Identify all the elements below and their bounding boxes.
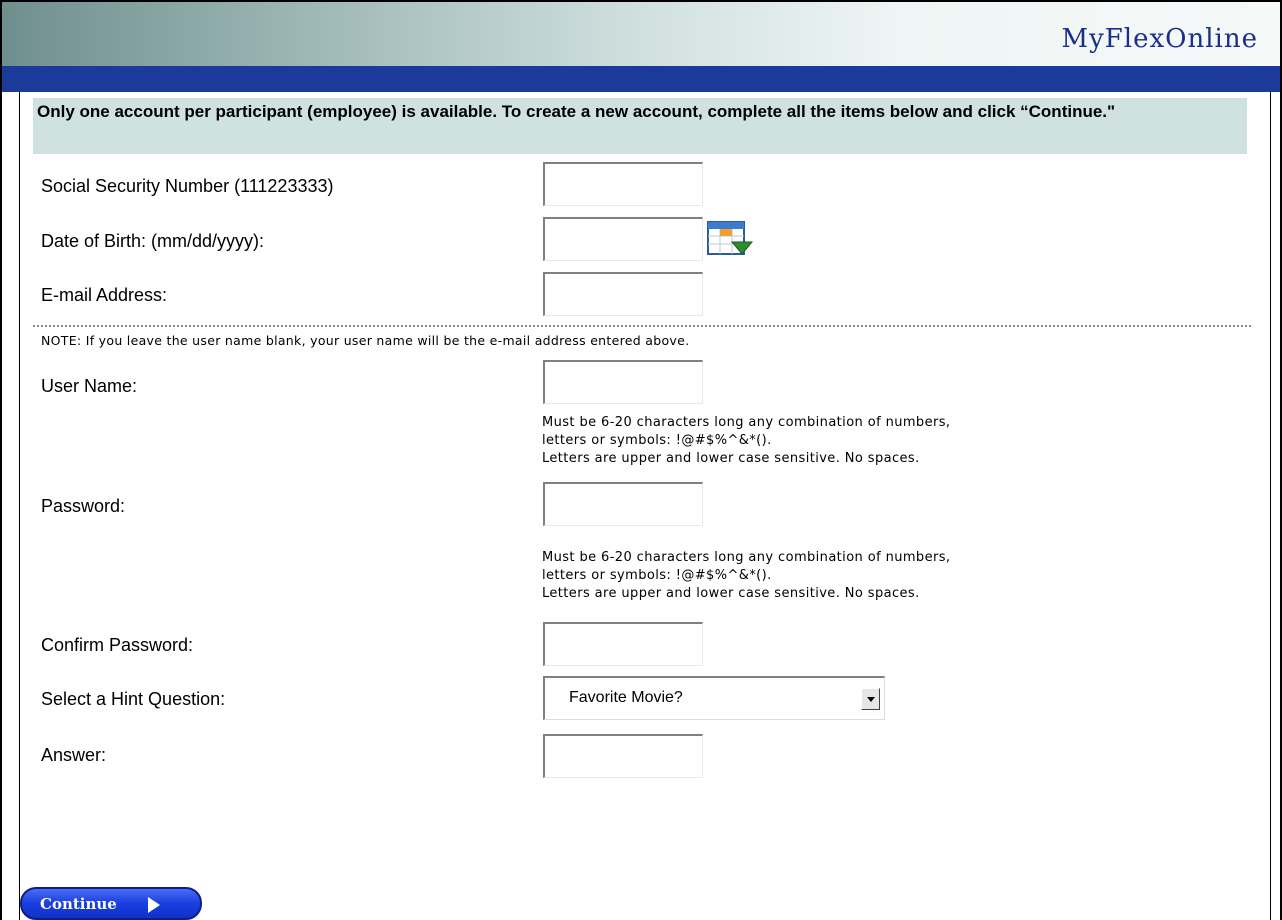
registration-form: Only one account per participant (employ… xyxy=(19,92,1271,920)
username-rule-line: Letters are upper and lower case sensiti… xyxy=(542,451,920,466)
ssn-label: Social Security Number (111223333) xyxy=(41,176,334,196)
play-arrow-icon xyxy=(148,897,160,913)
username-rules: Must be 6-20 characters long any combina… xyxy=(542,414,950,468)
confirm-password-input[interactable] xyxy=(543,622,703,666)
confirm-password-label: Confirm Password: xyxy=(41,635,194,655)
username-label: User Name: xyxy=(41,376,138,396)
password-rule-line: Must be 6-20 characters long any combina… xyxy=(542,550,951,565)
username-input[interactable] xyxy=(543,360,703,404)
chevron-down-icon[interactable] xyxy=(861,688,880,710)
email-label: E-mail Address: xyxy=(41,285,168,305)
answer-label: Answer: xyxy=(41,745,107,765)
ssn-input[interactable] xyxy=(543,162,703,206)
username-note: NOTE: If you leave the user name blank, … xyxy=(41,333,690,348)
email-input[interactable] xyxy=(543,272,703,316)
answer-input[interactable] xyxy=(543,734,703,778)
intro-text: Only one account per participant (employ… xyxy=(33,98,1247,154)
password-rule-line: letters or symbols: !@#$%^&*(). xyxy=(542,568,772,583)
password-rules: Must be 6-20 characters long any combina… xyxy=(542,549,950,603)
dob-input[interactable] xyxy=(543,217,703,261)
header-banner: MyFlexOnline xyxy=(2,2,1280,66)
password-input[interactable] xyxy=(543,482,703,526)
password-label: Password: xyxy=(41,496,126,516)
header-bar xyxy=(2,66,1280,92)
brand-logo: MyFlexOnline xyxy=(1061,24,1258,54)
username-rule-line: letters or symbols: !@#$%^&*(). xyxy=(542,433,772,448)
continue-button[interactable]: Continue xyxy=(20,887,202,920)
hint-question-select[interactable]: Favorite Movie? xyxy=(543,676,885,720)
hint-question-label: Select a Hint Question: xyxy=(41,689,226,709)
username-rule-line: Must be 6-20 characters long any combina… xyxy=(542,415,951,430)
password-rule-line: Letters are upper and lower case sensiti… xyxy=(542,586,920,601)
hint-question-value: Favorite Movie? xyxy=(569,689,683,706)
calendar-icon[interactable] xyxy=(706,218,754,260)
section-divider xyxy=(33,325,1251,327)
dob-label: Date of Birth: (mm/dd/yyyy): xyxy=(41,231,265,251)
continue-label: Continue xyxy=(40,895,117,913)
